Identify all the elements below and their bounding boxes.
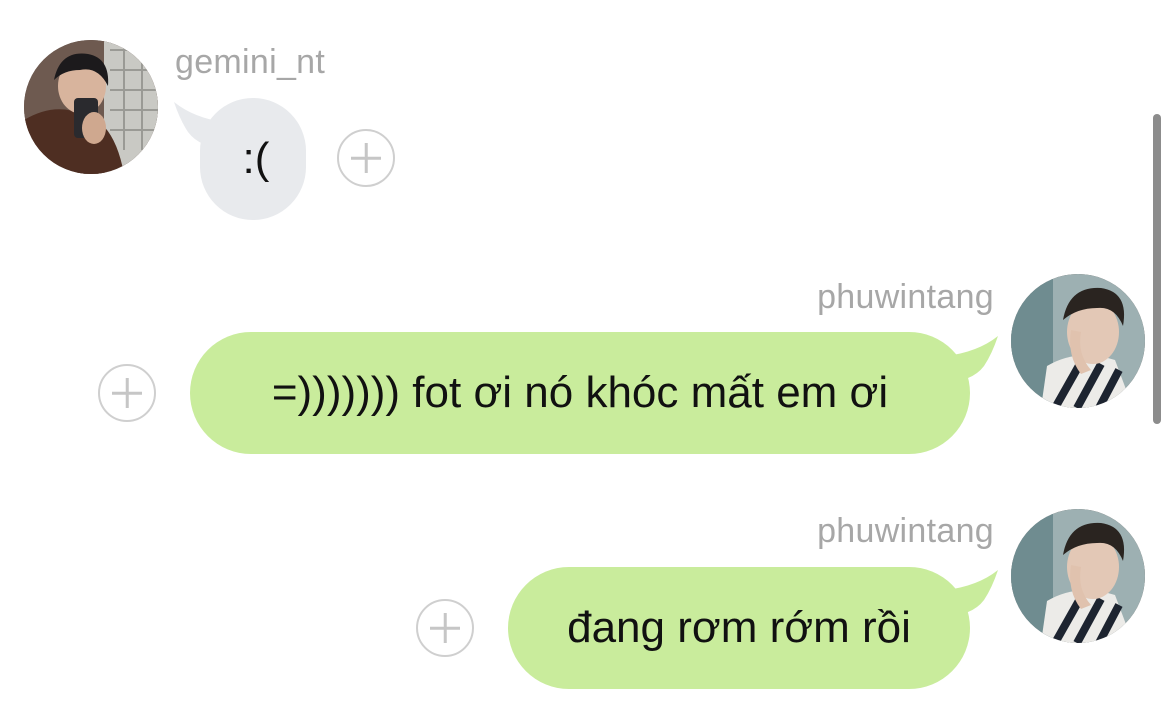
scrollbar[interactable] bbox=[1153, 114, 1161, 424]
message-bubble[interactable]: :( bbox=[200, 98, 306, 220]
avatar-phuwintang[interactable] bbox=[1011, 274, 1145, 408]
sender-name: phuwintang bbox=[817, 278, 994, 316]
plus-circle-icon[interactable] bbox=[98, 364, 156, 422]
profile-photo-phuwintang bbox=[1011, 274, 1145, 408]
avatar-phuwintang[interactable] bbox=[1011, 509, 1145, 643]
plus-circle-icon[interactable] bbox=[416, 599, 474, 657]
avatar-gemini-nt[interactable] bbox=[24, 40, 158, 174]
sender-name: phuwintang bbox=[817, 512, 994, 550]
message-bubble[interactable]: đang rơm rớm rồi bbox=[508, 567, 970, 689]
profile-photo-phuwintang bbox=[1011, 509, 1145, 643]
plus-circle-icon[interactable] bbox=[337, 129, 395, 187]
sender-name: gemini_nt bbox=[175, 43, 326, 81]
message-bubble[interactable]: =))))))) fot ơi nó khóc mất em ơi bbox=[190, 332, 970, 454]
profile-photo-gemini bbox=[24, 40, 158, 174]
